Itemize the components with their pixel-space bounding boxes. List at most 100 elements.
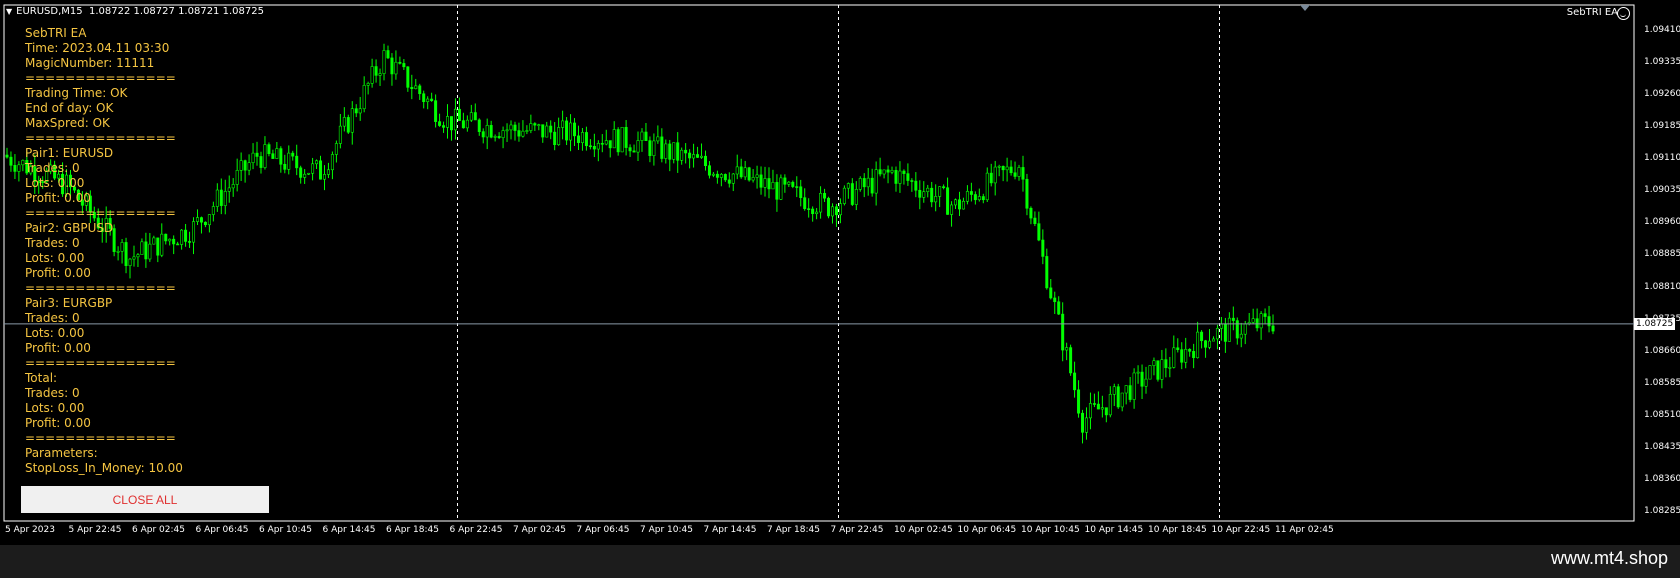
candle-body <box>763 178 767 188</box>
candle-body <box>703 155 707 166</box>
candle-body <box>521 130 525 137</box>
candle-body <box>628 147 632 152</box>
candle-body <box>600 143 604 145</box>
candle-body <box>549 125 553 133</box>
price-tick-label: 1.08360 <box>1644 473 1680 484</box>
footer-bar <box>0 545 1680 578</box>
candle-body <box>751 177 755 181</box>
expert-advisor-label[interactable]: SebTRI EA <box>1567 7 1618 18</box>
time-tick-label: 10 Apr 02:45 <box>894 525 953 535</box>
info-line: Pair1: EURUSD <box>25 146 114 160</box>
candle-body <box>616 129 620 153</box>
candle-body <box>1013 172 1017 177</box>
candle-body <box>1045 256 1049 289</box>
candle-body <box>362 85 366 110</box>
candle-body <box>227 187 231 192</box>
candle-body <box>243 160 247 171</box>
candle-body <box>1100 407 1104 410</box>
info-line: MagicNumber: 11111 <box>25 56 155 70</box>
candle-body <box>624 126 628 148</box>
candle-body <box>680 149 684 161</box>
candle-body <box>390 57 394 75</box>
menu-triangle-icon[interactable]: ▼ <box>6 7 12 16</box>
candle-body <box>771 182 775 190</box>
candle-body <box>926 187 930 192</box>
candle-body <box>283 163 287 170</box>
candle-body <box>1081 412 1085 433</box>
close-all-button[interactable]: CLOSE ALL <box>21 486 269 513</box>
time-tick-label: 7 Apr 14:45 <box>703 525 757 535</box>
candle-body <box>485 125 489 138</box>
time-tick-label: 10 Apr 18:45 <box>1148 525 1207 535</box>
candle-body <box>267 144 271 154</box>
info-line: Trades: 0 <box>25 386 80 400</box>
candle-body <box>553 131 557 146</box>
candle-body <box>1156 360 1160 380</box>
candle-body <box>854 189 858 205</box>
candle-body <box>263 144 267 168</box>
candle-body <box>382 50 386 74</box>
candle-body <box>1009 166 1013 174</box>
candle-body <box>834 206 838 216</box>
candle-body <box>842 187 846 204</box>
candle-body <box>827 197 831 217</box>
candle-body <box>334 143 338 155</box>
price-tick-label: 1.08585 <box>1644 377 1680 388</box>
candle-body <box>1029 207 1033 219</box>
candle-body <box>660 136 664 159</box>
time-tick-label: 6 Apr 14:45 <box>322 525 376 535</box>
candle-body <box>787 181 791 185</box>
info-line: Profit: 0.00 <box>25 416 91 430</box>
candle-body <box>1132 372 1136 400</box>
info-line: Lots: 0.00 <box>25 326 85 340</box>
candle-body <box>604 140 608 145</box>
candle-body <box>1041 239 1045 257</box>
candle-body <box>866 177 870 188</box>
candle-body <box>934 196 938 203</box>
candle-body <box>394 61 398 75</box>
candle-body <box>573 122 577 137</box>
candle-body <box>811 208 815 215</box>
candle-body <box>1184 348 1188 363</box>
smiley-icon[interactable] <box>1617 7 1630 20</box>
candle-body <box>1017 167 1021 177</box>
ea-info-panel: SebTRI EA Time: 2023.04.11 03:30 MagicNumb… <box>25 26 183 476</box>
watermark: www.mt4.shop <box>1550 548 1668 568</box>
candle-body <box>596 143 600 150</box>
price-chart[interactable] <box>0 0 1680 545</box>
candle-body <box>239 160 243 171</box>
candle-body <box>279 148 283 165</box>
candle-body <box>1108 394 1112 416</box>
candle-body <box>422 93 426 102</box>
time-tick-label: 7 Apr 18:45 <box>767 525 820 535</box>
candle-body <box>1172 347 1176 368</box>
info-line: Profit: 0.00 <box>25 341 91 355</box>
candle-body <box>684 149 688 154</box>
candle-body <box>192 221 196 243</box>
candle-body <box>517 130 521 137</box>
candle-body <box>1196 331 1200 359</box>
candle-body <box>608 140 612 149</box>
candle-body <box>330 154 334 171</box>
candle-body <box>795 186 799 188</box>
candle-body <box>1227 317 1231 342</box>
info-line: Profit: 0.00 <box>25 266 91 280</box>
candle-body <box>398 61 402 64</box>
candle-body <box>997 165 1001 168</box>
candle-body <box>438 121 442 126</box>
info-line: Time: 2023.04.11 03:30 <box>25 41 170 55</box>
candle-body <box>957 199 961 210</box>
candle-body <box>1073 372 1077 391</box>
candle-body <box>525 130 529 132</box>
candle-body <box>231 184 235 189</box>
chart-window[interactable]: ▼ EURUSD,M15 1.08722 1.08727 1.08721 1.08… <box>0 0 1680 545</box>
candle-body <box>1104 407 1108 416</box>
time-tick-label: 6 Apr 10:45 <box>259 525 312 535</box>
candle-body <box>791 181 795 187</box>
candle-body <box>557 127 561 146</box>
candle-body <box>1005 166 1009 171</box>
candle-body <box>1092 403 1096 405</box>
candle-body <box>489 125 493 138</box>
chart-header: ▼ EURUSD,M15 1.08722 1.08727 1.08721 1.08… <box>6 6 264 17</box>
candle-body <box>1176 347 1180 350</box>
